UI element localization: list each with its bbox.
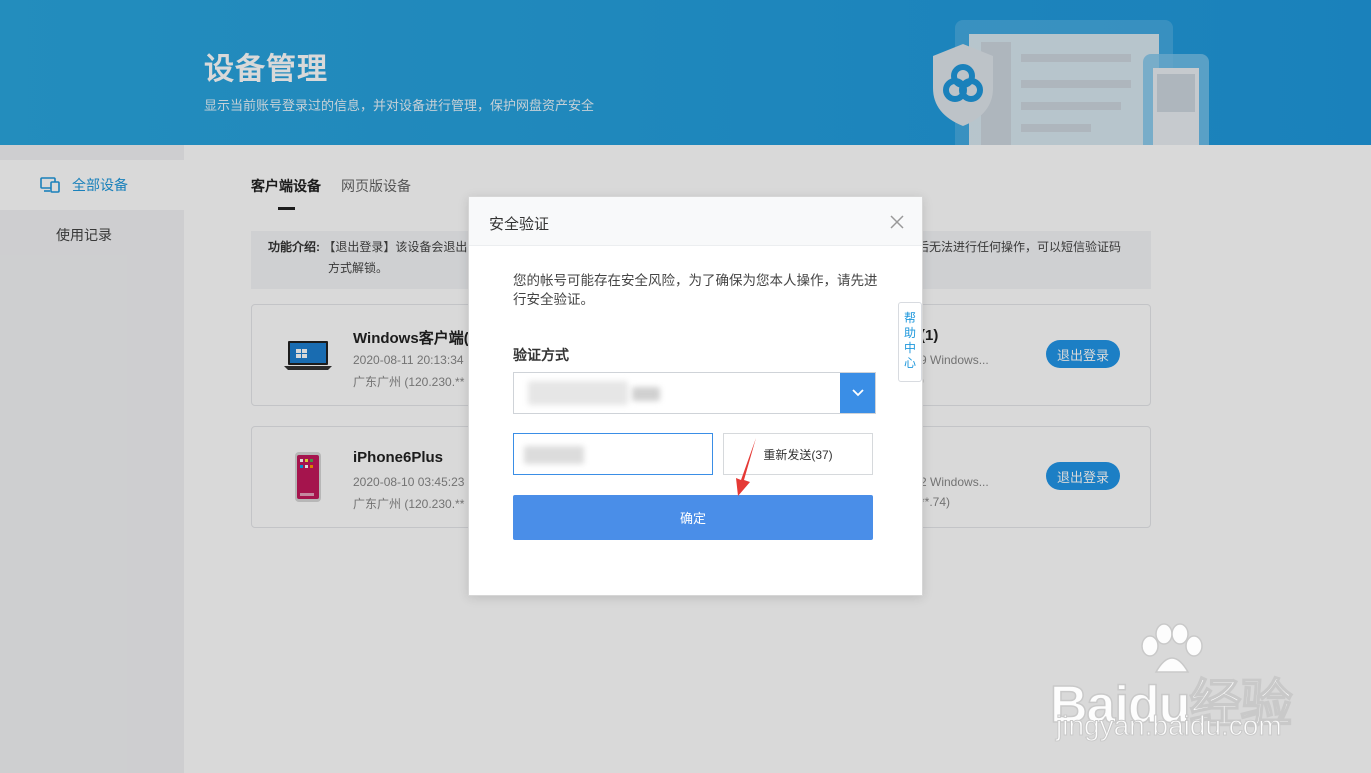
help-tab-char: 助 xyxy=(903,326,916,340)
help-tab-char: 中 xyxy=(903,341,916,355)
help-center-tab[interactable]: 帮 助 中 心 xyxy=(898,302,922,382)
watermark-url: jingyan.baidu.com xyxy=(1056,710,1283,742)
security-verification-dialog: 安全验证 您的帐号可能存在安全风险，为了确保为您本人操作，请先进行安全验证。 验… xyxy=(468,196,923,596)
baidu-watermark: Baidu经验 jingyan.baidu.com xyxy=(1049,622,1310,752)
verification-code-input[interactable] xyxy=(513,433,713,475)
close-icon[interactable] xyxy=(887,212,907,232)
verify-method-select[interactable] xyxy=(513,372,876,414)
confirm-button[interactable]: 确定 xyxy=(513,495,873,540)
help-tab-char: 心 xyxy=(903,356,916,370)
redacted-value xyxy=(632,387,660,401)
dialog-title: 安全验证 xyxy=(489,216,550,233)
redacted-value xyxy=(528,381,628,405)
redacted-value xyxy=(524,446,584,464)
dialog-header: 安全验证 xyxy=(469,197,922,246)
chevron-down-icon[interactable] xyxy=(840,373,875,413)
verify-method-label: 验证方式 xyxy=(513,347,569,363)
help-tab-char: 帮 xyxy=(903,311,916,325)
dialog-description: 您的帐号可能存在安全风险，为了确保为您本人操作，请先进行安全验证。 xyxy=(513,273,878,307)
annotation-arrow-icon xyxy=(736,438,756,496)
